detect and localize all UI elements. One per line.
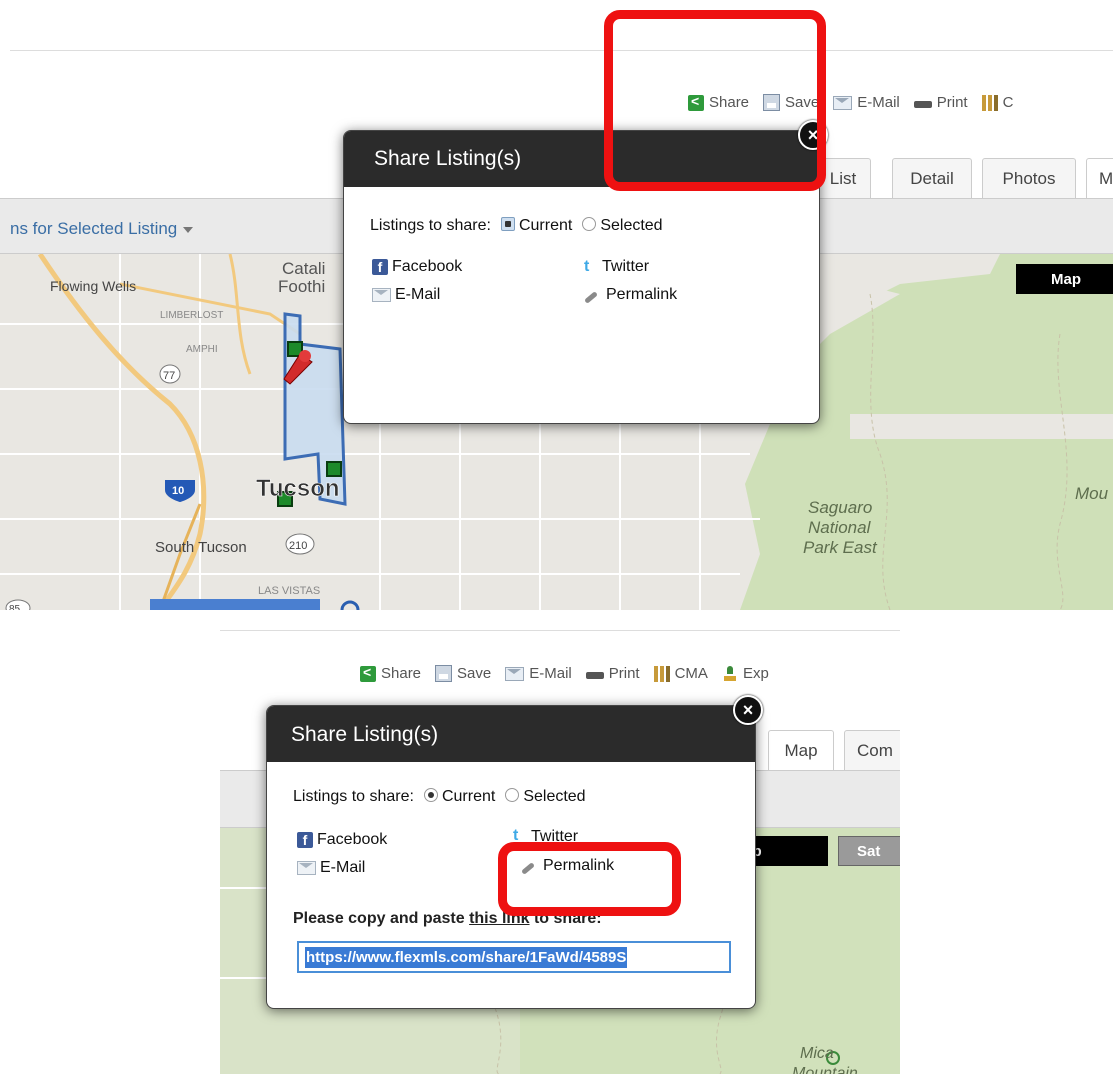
twitter-icon: t	[513, 828, 519, 842]
divider	[220, 630, 900, 631]
share-listings-dialog: Share Listing(s) Listings to share: Curre…	[343, 130, 820, 424]
facebook-icon: f	[372, 259, 388, 275]
top-screenshot-panel: Share Save E-Mail Print C List Detail Ph…	[0, 0, 1113, 610]
svg-text:Mountain: Mountain	[792, 1065, 858, 1074]
svg-text:LIMBERLOST: LIMBERLOST	[160, 310, 223, 321]
map-type-satellite-button[interactable]: Sat	[838, 836, 900, 866]
current-radio[interactable]	[500, 217, 515, 231]
print-icon	[585, 666, 604, 682]
tab-detail[interactable]: Detail	[892, 158, 972, 198]
print-icon	[913, 95, 932, 111]
link-icon	[521, 858, 539, 874]
highway-210-marker: 210	[285, 533, 315, 555]
close-icon[interactable]: ×	[798, 120, 828, 150]
cma-button[interactable]: CMA	[653, 665, 708, 682]
svg-text:85: 85	[9, 604, 21, 610]
facebook-share-option[interactable]: f Facebook	[372, 258, 462, 276]
facebook-icon: f	[297, 832, 313, 848]
share-button[interactable]: Share	[360, 664, 421, 682]
print-button[interactable]: Print	[585, 665, 640, 682]
close-icon[interactable]: ×	[733, 695, 763, 725]
export-button[interactable]: Exp	[722, 665, 769, 682]
twitter-icon: t	[584, 258, 590, 275]
this-link[interactable]: this link	[469, 910, 529, 927]
permalink-share-option[interactable]: Permalink	[521, 857, 614, 875]
email-icon	[833, 95, 853, 110]
svg-text:Mou: Mou	[1075, 484, 1109, 503]
dialog-header: Share Listing(s)	[344, 131, 819, 187]
email-share-option[interactable]: E-Mail	[297, 859, 365, 877]
share-icon	[360, 664, 376, 682]
dialog-title: Share Listing(s)	[291, 723, 439, 746]
email-share-option[interactable]: E-Mail	[372, 286, 440, 304]
actions-menu[interactable]: ns for Selected Listing	[10, 219, 194, 239]
share-listings-dialog: Share Listing(s) Listings to share: Curre…	[266, 705, 756, 1009]
email-button[interactable]: E-Mail	[505, 665, 572, 682]
current-radio[interactable]	[423, 788, 438, 802]
selected-radio[interactable]	[505, 788, 520, 802]
svg-text:Mica: Mica	[800, 1045, 834, 1062]
save-button[interactable]: Save	[763, 94, 819, 111]
divider	[10, 50, 1113, 51]
dialog-header: Share Listing(s)	[267, 706, 755, 762]
save-icon	[435, 665, 453, 682]
tab-list[interactable]: List	[815, 158, 871, 198]
email-icon	[505, 666, 525, 681]
save-button[interactable]: Save	[435, 665, 491, 682]
export-icon	[722, 665, 738, 682]
map-type-map-button[interactable]: Map	[1016, 264, 1113, 294]
facebook-share-option[interactable]: f Facebook	[297, 831, 387, 849]
svg-text:National: National	[808, 518, 872, 537]
permalink-share-option[interactable]: Permalink	[584, 286, 677, 304]
svg-text:Foothi: Foothi	[278, 277, 325, 296]
link-icon	[584, 287, 602, 303]
twitter-share-option[interactable]: t Twitter	[513, 828, 578, 842]
svg-text:AMPHI: AMPHI	[186, 344, 218, 355]
svg-text:LAS VISTAS: LAS VISTAS	[258, 585, 320, 597]
svg-text:77: 77	[163, 370, 175, 382]
share-icon	[688, 93, 704, 111]
tab-compare[interactable]: Com	[844, 730, 900, 770]
svg-text:Catali: Catali	[282, 259, 325, 278]
listings-to-share-row: Listings to share: Current Selected	[370, 217, 663, 234]
permalink-url-input[interactable]: https://www.flexmls.com/share/1FaWd/4589…	[297, 941, 731, 973]
tab-map[interactable]: Map	[768, 730, 834, 770]
svg-text:Tucson: Tucson	[256, 475, 340, 502]
email-icon	[372, 288, 391, 302]
share-button[interactable]: Share	[688, 93, 749, 111]
svg-text:210: 210	[289, 540, 307, 552]
cma-icon	[981, 94, 998, 111]
print-button[interactable]: Print	[913, 94, 968, 111]
svg-text:South Tucson: South Tucson	[155, 539, 247, 556]
svg-text:Park East: Park East	[803, 538, 878, 557]
twitter-share-option[interactable]: t Twitter	[584, 258, 649, 276]
email-button[interactable]: E-Mail	[833, 94, 900, 111]
tab-photos[interactable]: Photos	[982, 158, 1076, 198]
tab-map[interactable]: M	[1086, 158, 1113, 198]
highway-77-marker: 77	[159, 364, 181, 384]
listing-toolbar: Share Save E-Mail Print C	[688, 93, 1013, 111]
svg-text:Flowing Wells: Flowing Wells	[50, 278, 136, 294]
listings-to-share-row: Listings to share: Current Selected	[293, 788, 586, 805]
svg-text:10: 10	[172, 485, 184, 497]
copy-instructions: Please copy and paste this link to share…	[293, 910, 602, 927]
svg-text:Saguaro: Saguaro	[808, 498, 872, 517]
dialog-title: Share Listing(s)	[374, 147, 522, 170]
cma-icon	[653, 665, 670, 682]
listing-toolbar: Share Save E-Mail Print CMA Exp	[360, 664, 769, 682]
selected-radio[interactable]	[582, 217, 597, 231]
email-icon	[297, 861, 316, 875]
chevron-down-icon	[183, 226, 194, 233]
bottom-screenshot-panel: Share Save E-Mail Print CMA Exp Map Com …	[220, 625, 900, 1074]
cma-button[interactable]: C	[981, 94, 1013, 111]
save-icon	[763, 94, 781, 111]
